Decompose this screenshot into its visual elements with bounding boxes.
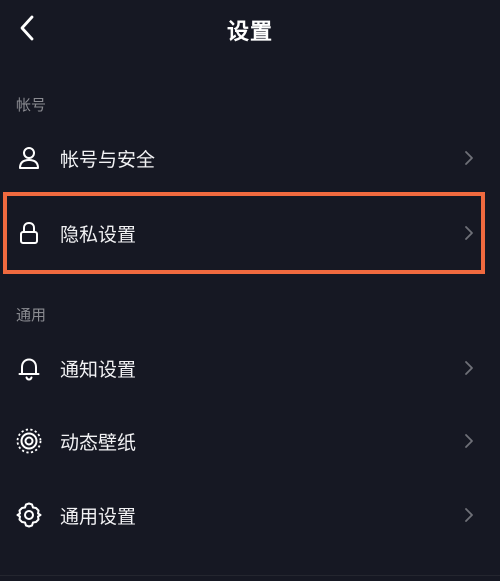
chevron-right-icon xyxy=(462,149,476,167)
settings-item-privacy[interactable]: 隐私设置 xyxy=(0,205,500,261)
section-label-general: 通用 xyxy=(16,306,47,324)
lock-icon xyxy=(15,219,43,247)
settings-item-label: 帐号与安全 xyxy=(60,148,156,171)
chevron-right-icon xyxy=(462,506,476,524)
bell-icon xyxy=(15,354,43,382)
settings-item-account-security[interactable]: 帐号与安全 xyxy=(0,130,500,186)
settings-item-label: 隐私设置 xyxy=(60,223,137,246)
page-title: 设置 xyxy=(226,20,273,45)
settings-item-label: 通知设置 xyxy=(60,358,137,381)
settings-item-label: 通用设置 xyxy=(60,505,137,528)
section-label-account: 帐号 xyxy=(16,96,47,114)
settings-item-live-wallpaper[interactable]: 动态壁纸 xyxy=(0,413,500,469)
settings-item-general[interactable]: 通用设置 xyxy=(0,487,500,543)
live-wallpaper-icon xyxy=(15,427,43,455)
settings-item-label: 动态壁纸 xyxy=(60,431,137,454)
chevron-right-icon xyxy=(462,224,476,242)
bottom-divider xyxy=(0,575,500,576)
chevron-right-icon xyxy=(462,359,476,377)
settings-item-notifications[interactable]: 通知设置 xyxy=(0,340,500,396)
user-icon xyxy=(15,144,43,172)
header-bar: 设置 xyxy=(0,0,500,58)
gear-icon xyxy=(15,501,43,529)
chevron-right-icon xyxy=(462,432,476,450)
